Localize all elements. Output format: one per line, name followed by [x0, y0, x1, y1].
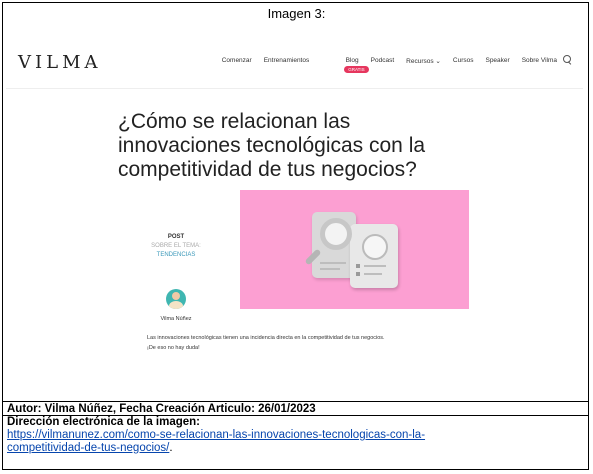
- hero-image: [240, 190, 469, 309]
- search-icon[interactable]: [563, 55, 571, 63]
- menu-item-cursos[interactable]: Cursos: [453, 57, 474, 65]
- intro-line: Las innovaciones tecnológicas tienen una…: [147, 335, 385, 341]
- website-screenshot: VILMA Comenzar Entrenamientos GRATIS Blog…: [6, 26, 583, 400]
- main-menu: Comenzar Entrenamientos GRATIS Blog Podca…: [222, 57, 557, 73]
- intro-line: ¡De eso no hay duda!: [147, 345, 200, 351]
- text-line: [320, 262, 346, 264]
- category-link[interactable]: TENDENCIAS: [144, 251, 208, 260]
- image-source-row: Dirección electrónica de la imagen: http…: [2, 415, 589, 470]
- source-link-line: https://vilmanunez.com/como-se-relaciona…: [7, 429, 426, 441]
- menu-item-entrenamientos[interactable]: Entrenamientos GRATIS: [263, 57, 369, 73]
- image-caption: Imagen 3:: [267, 6, 326, 21]
- source-label: Dirección electrónica de la imagen:: [7, 416, 201, 428]
- checkbox-mark: [356, 272, 360, 276]
- site-navbar: VILMA Comenzar Entrenamientos GRATIS Blog…: [6, 26, 583, 89]
- source-link-line: competitividad-de-tus-negocios/: [7, 442, 170, 454]
- menu-item-speaker[interactable]: Speaker: [485, 57, 509, 65]
- magnifier-icon: [320, 218, 352, 250]
- author-date-row: Autor: Vilma Núñez, Fecha Creación Artic…: [2, 401, 589, 415]
- menu-item-comenzar[interactable]: Comenzar: [222, 57, 252, 65]
- text-line: [320, 268, 340, 270]
- site-logo[interactable]: VILMA: [18, 52, 102, 73]
- article-title: ¿Cómo se relacionan las innovaciones tec…: [118, 110, 426, 181]
- gauge-icon: [362, 234, 388, 260]
- article-intro: Las innovaciones tecnológicas tienen una…: [147, 333, 487, 353]
- text-line: [364, 265, 386, 267]
- author-name[interactable]: Vilma Núñez: [146, 316, 206, 322]
- post-type-label: POST: [167, 234, 185, 240]
- topic-label: SOBRE EL TEMA:: [151, 243, 201, 249]
- menu-item-sobre-vilma[interactable]: Sobre Vilma: [522, 57, 557, 65]
- menu-item-podcast[interactable]: Podcast: [371, 57, 395, 65]
- post-meta: POST SOBRE EL TEMA: TENDENCIAS: [144, 233, 208, 260]
- menu-item-recursos[interactable]: Recursos ⌄: [406, 57, 441, 65]
- source-link[interactable]: https://vilmanunez.com/como-se-relaciona…: [7, 429, 425, 454]
- text-line: [364, 273, 382, 275]
- checkbox-mark: [356, 264, 360, 268]
- menu-item-blog[interactable]: Blog: [346, 57, 359, 65]
- menu-item-label: Entrenamientos: [263, 57, 310, 64]
- author-avatar[interactable]: [166, 289, 186, 309]
- free-badge: GRATIS: [344, 66, 369, 73]
